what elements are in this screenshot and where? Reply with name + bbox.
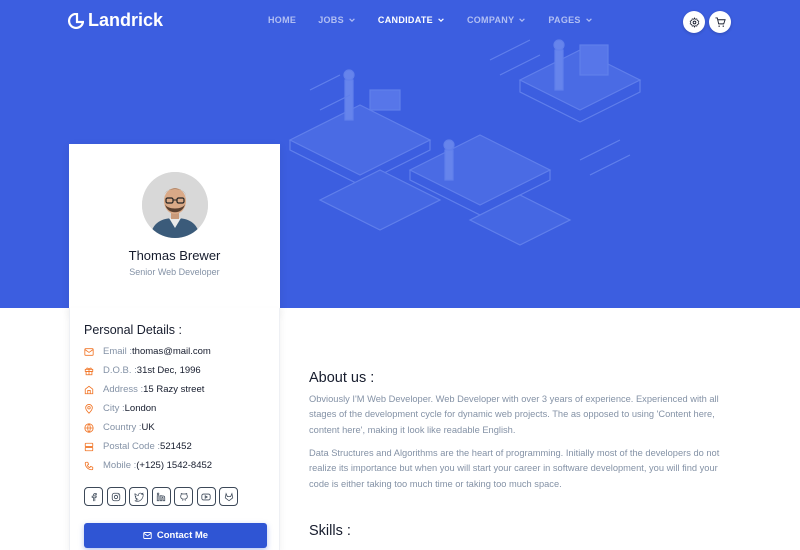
gift-icon bbox=[84, 367, 94, 375]
details-title: Personal Details : bbox=[84, 323, 182, 337]
hero-illustration bbox=[288, 39, 642, 246]
map-pin-icon bbox=[85, 403, 93, 414]
github-link[interactable] bbox=[174, 487, 193, 506]
detail-label: Email : bbox=[103, 346, 133, 357]
social-links bbox=[84, 487, 238, 506]
cart-icon bbox=[714, 16, 726, 27]
navbar: Landrick HOME JOBS CANDIDATE COMPANY PAG… bbox=[0, 0, 800, 44]
avatar bbox=[142, 172, 208, 238]
chevron-down-icon bbox=[585, 18, 592, 23]
mail-icon bbox=[84, 347, 94, 356]
detail-value: thomas@mail.com bbox=[132, 346, 211, 357]
detail-address: Address : 15 Razy street bbox=[84, 384, 204, 395]
nav-label: CANDIDATE bbox=[377, 15, 433, 25]
personal-details-card: Personal Details : Email : thomas@mail.c… bbox=[69, 308, 280, 550]
chevron-down-icon bbox=[349, 18, 355, 23]
avatar-photo bbox=[142, 172, 208, 238]
phone-icon bbox=[84, 461, 94, 470]
youtube-link[interactable] bbox=[196, 487, 216, 506]
detail-label: Mobile : bbox=[103, 460, 137, 471]
facebook-link[interactable] bbox=[84, 487, 103, 506]
profile-name: Thomas Brewer bbox=[128, 248, 221, 263]
detail-dob: D.O.B. : 31st Dec, 1996 bbox=[84, 365, 201, 376]
linkedin-link[interactable] bbox=[151, 487, 171, 506]
chevron-down-icon bbox=[519, 18, 526, 23]
nav-label: PAGES bbox=[548, 15, 581, 25]
about-title: About us : bbox=[309, 370, 375, 386]
detail-value: (+125) 1542-8452 bbox=[136, 460, 213, 471]
detail-label: City : bbox=[103, 403, 125, 414]
brand-name: Landrick bbox=[88, 10, 164, 30]
about-paragraph: Obviously I'M Web Developer. Web Develop… bbox=[309, 394, 719, 435]
gitlab-icon bbox=[224, 491, 233, 501]
detail-label: D.O.B. : bbox=[103, 365, 137, 376]
nav-item-jobs[interactable]: JOBS bbox=[318, 15, 356, 25]
detail-label: Country : bbox=[103, 422, 142, 433]
detail-value: UK bbox=[141, 422, 155, 433]
detail-value: 31st Dec, 1996 bbox=[136, 365, 201, 376]
nav-label: HOME bbox=[268, 15, 297, 25]
detail-label: Postal Code : bbox=[103, 441, 161, 452]
nav-label: COMPANY bbox=[466, 15, 515, 25]
chevron-down-icon bbox=[438, 18, 444, 23]
nav-item-company[interactable]: COMPANY bbox=[467, 15, 526, 25]
profile-card: Thomas Brewer Senior Web Developer bbox=[69, 144, 280, 314]
contact-me-label: Contact Me bbox=[156, 530, 209, 541]
detail-label: Address : bbox=[103, 384, 144, 395]
linkedin-icon bbox=[156, 492, 166, 501]
detail-country: Country : UK bbox=[84, 422, 155, 433]
gitlab-link[interactable] bbox=[219, 487, 238, 506]
gear-icon bbox=[689, 16, 699, 28]
twitter-icon bbox=[134, 492, 144, 502]
home-icon bbox=[84, 385, 94, 394]
nav-menu: HOME JOBS CANDIDATE COMPANY PAGES bbox=[268, 15, 615, 25]
detail-city: City : London bbox=[84, 403, 156, 414]
cart-button[interactable] bbox=[709, 11, 731, 33]
youtube-icon bbox=[201, 493, 211, 500]
contact-me-button[interactable]: Contact Me bbox=[84, 523, 267, 548]
brand-logo[interactable]: Landrick bbox=[68, 10, 163, 31]
detail-value: 521452 bbox=[160, 441, 192, 452]
instagram-icon bbox=[111, 492, 121, 501]
detail-value: London bbox=[124, 403, 157, 414]
facebook-icon bbox=[91, 492, 97, 501]
profile-role: Senior Web Developer bbox=[129, 267, 220, 277]
nav-item-pages[interactable]: PAGES bbox=[548, 15, 592, 25]
detail-mobile: Mobile : (+125) 1542-8452 bbox=[84, 460, 212, 471]
twitter-link[interactable] bbox=[129, 487, 148, 506]
detail-email: Email : thomas@mail.com bbox=[84, 346, 211, 357]
landrick-logo-icon bbox=[68, 12, 84, 29]
skills-title: Skills : bbox=[309, 523, 351, 539]
server-icon bbox=[84, 442, 94, 451]
nav-item-home[interactable]: HOME bbox=[268, 15, 296, 25]
detail-postal-code: Postal Code : 521452 bbox=[84, 441, 192, 452]
settings-button[interactable] bbox=[683, 11, 705, 33]
nav-item-candidate[interactable]: CANDIDATE bbox=[378, 15, 445, 25]
mail-icon bbox=[143, 532, 152, 539]
nav-label: JOBS bbox=[318, 15, 344, 25]
github-icon bbox=[179, 492, 188, 501]
about-paragraph: Data Structures and Algorithms are the h… bbox=[309, 448, 720, 489]
detail-value: 15 Razy street bbox=[143, 384, 205, 395]
globe-icon bbox=[84, 422, 94, 433]
instagram-link[interactable] bbox=[106, 487, 126, 506]
